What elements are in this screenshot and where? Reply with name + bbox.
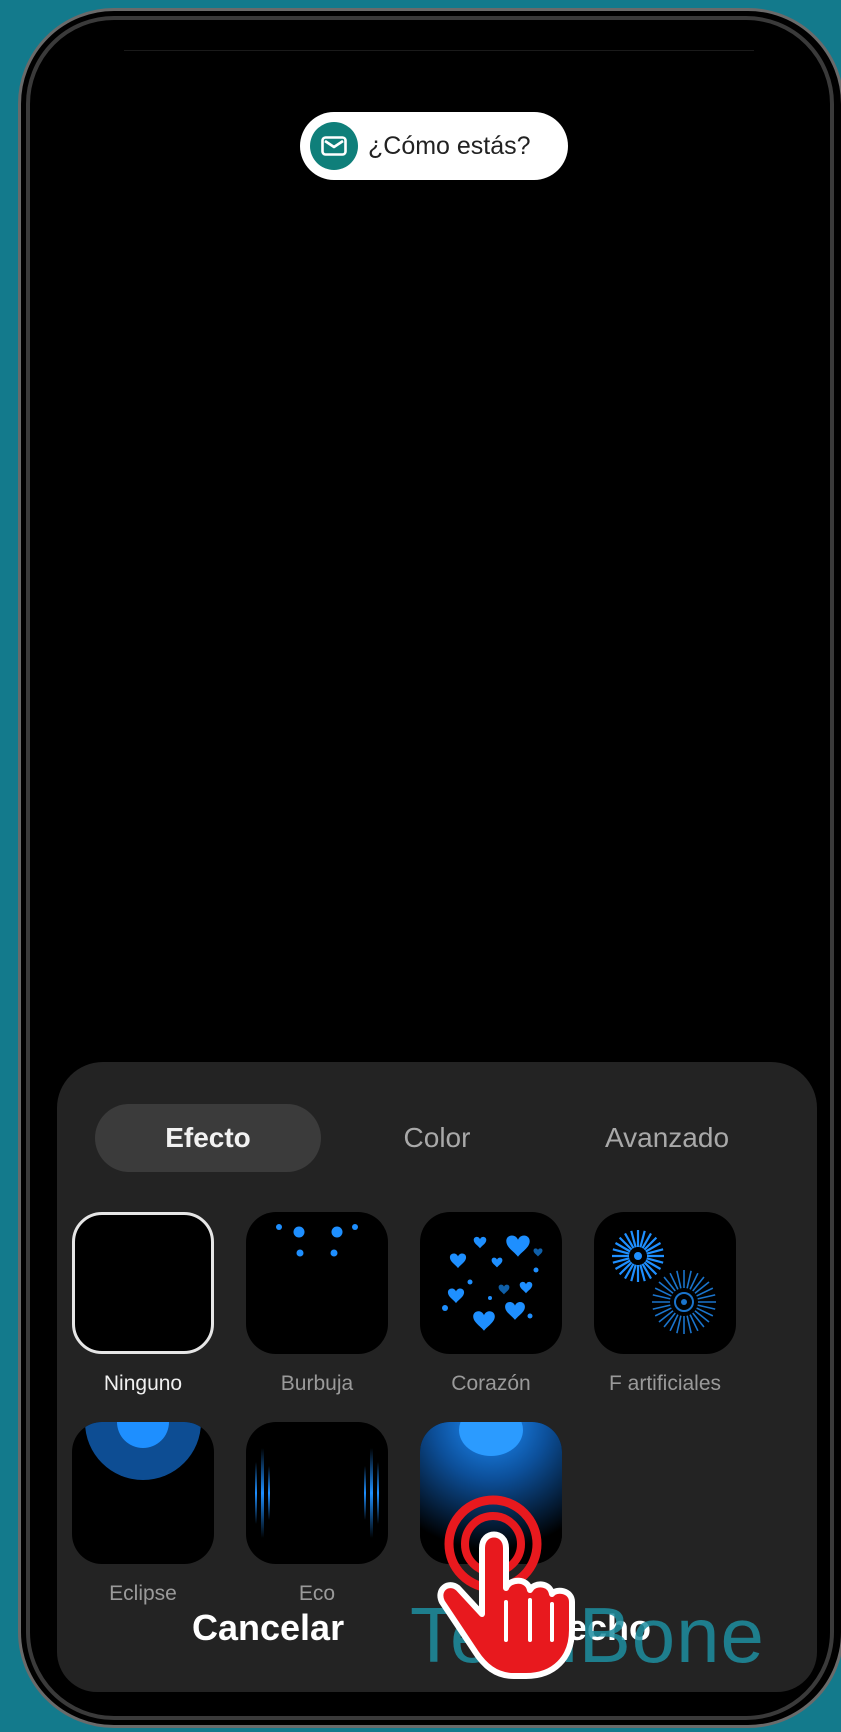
bubbles-preview-icon — [246, 1212, 388, 1354]
effect-label: Ninguno — [103, 1372, 183, 1395]
fireworks-preview-icon — [594, 1212, 736, 1354]
none-preview-icon — [72, 1212, 214, 1354]
hearts-preview-icon — [420, 1212, 562, 1354]
notification-text: ¿Cómo estás? — [368, 131, 531, 160]
status-divider — [124, 50, 754, 51]
tab-efecto[interactable]: Efecto — [95, 1104, 321, 1172]
effect-label: Eclipse — [109, 1582, 177, 1605]
effect-ninguno[interactable]: Ninguno — [72, 1212, 214, 1396]
tab-avanzado[interactable]: Avanzado — [557, 1104, 777, 1172]
effect-fuegos-artificiales[interactable]: F artificiales — [594, 1212, 736, 1396]
effect-label: Burbuja — [280, 1372, 354, 1395]
effect-corazon[interactable]: Corazón — [420, 1212, 562, 1396]
mail-icon — [310, 122, 358, 170]
tap-hand-icon — [430, 1490, 580, 1685]
effect-eco[interactable]: Eco — [246, 1422, 388, 1606]
effect-label: F artificiales — [608, 1372, 722, 1395]
echo-preview-icon — [246, 1422, 388, 1564]
cancel-button[interactable]: Cancelar — [192, 1607, 344, 1649]
eclipse-preview-icon — [72, 1422, 214, 1564]
tab-color[interactable]: Color — [357, 1104, 517, 1172]
notification-preview-pill: ¿Cómo estás? — [300, 112, 568, 180]
effect-burbuja[interactable]: Burbuja — [246, 1212, 388, 1396]
effect-label: Eco — [298, 1582, 336, 1605]
effect-eclipse[interactable]: Eclipse — [72, 1422, 214, 1606]
effect-label: Corazón — [451, 1372, 531, 1395]
